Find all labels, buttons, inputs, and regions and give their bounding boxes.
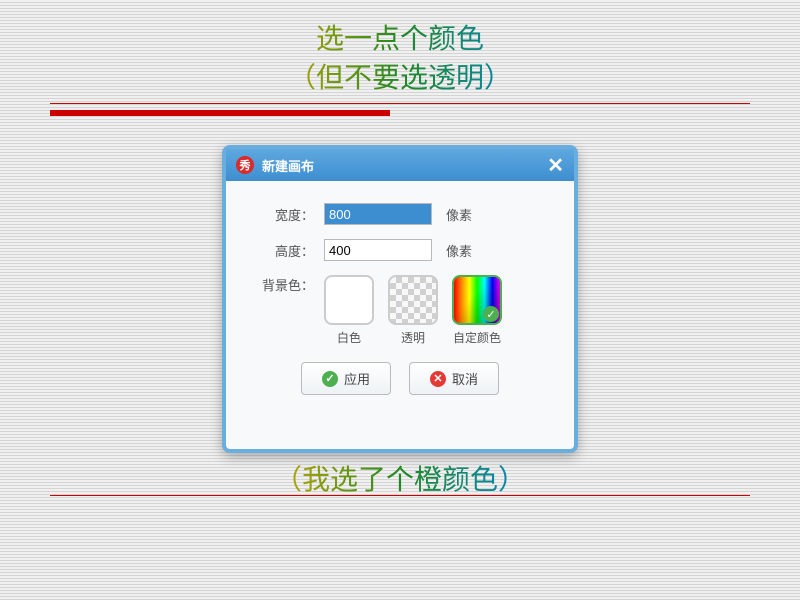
cancel-button-label: 取消 — [452, 369, 478, 388]
apply-button[interactable]: ✓ 应用 — [301, 362, 391, 395]
transparent-swatch-icon — [388, 275, 438, 325]
close-icon[interactable]: ✕ — [547, 153, 564, 178]
bg-custom-label: 自定颜色 — [453, 329, 501, 346]
width-row: 宽度： 像素 — [250, 203, 550, 225]
background-options: 白色 透明 ✓ 自定颜色 — [324, 275, 502, 346]
bottom-annotation: （我选了个橙颜色） — [0, 458, 800, 498]
divider-bottom — [50, 495, 750, 496]
top-annotation: 选一点个颜色 （但不要选透明） — [0, 20, 800, 98]
bg-transparent-label: 透明 — [401, 329, 425, 346]
height-input[interactable] — [324, 239, 432, 261]
app-logo-icon: 秀 — [236, 156, 254, 174]
width-unit: 像素 — [446, 205, 472, 224]
red-underline — [50, 110, 390, 116]
width-input[interactable] — [324, 203, 432, 225]
top-annotation-line1: 选一点个颜色 — [0, 20, 800, 59]
width-label: 宽度： — [250, 205, 314, 224]
apply-button-label: 应用 — [344, 369, 370, 388]
dialog-title: 新建画布 — [262, 156, 314, 175]
background-label: 背景色： — [250, 275, 314, 294]
bg-white-label: 白色 — [337, 329, 361, 346]
custom-color-swatch-icon: ✓ — [452, 275, 502, 325]
dialog-body: 宽度： 像素 高度： 像素 背景色： 白色 透明 — [226, 181, 574, 411]
button-row: ✓ 应用 ✕ 取消 — [250, 362, 550, 395]
top-annotation-line2: （但不要选透明） — [0, 59, 800, 98]
checkmark-icon: ✓ — [483, 306, 499, 322]
background-row: 背景色： 白色 透明 ✓ 自定颜色 — [250, 275, 550, 346]
white-swatch-icon — [324, 275, 374, 325]
divider-top — [50, 103, 750, 104]
bottom-annotation-line: （我选了个橙颜色） — [0, 458, 800, 498]
height-row: 高度： 像素 — [250, 239, 550, 261]
new-canvas-dialog: 秀 新建画布 ✕ 宽度： 像素 高度： 像素 背景色： 白色 透明 — [222, 145, 578, 453]
bg-option-white[interactable]: 白色 — [324, 275, 374, 346]
cancel-circle-icon: ✕ — [430, 371, 446, 387]
dialog-titlebar[interactable]: 秀 新建画布 ✕ — [226, 149, 574, 181]
cancel-button[interactable]: ✕ 取消 — [409, 362, 499, 395]
bg-option-transparent[interactable]: 透明 — [388, 275, 438, 346]
height-unit: 像素 — [446, 241, 472, 260]
height-label: 高度： — [250, 241, 314, 260]
bg-option-custom[interactable]: ✓ 自定颜色 — [452, 275, 502, 346]
check-circle-icon: ✓ — [322, 371, 338, 387]
